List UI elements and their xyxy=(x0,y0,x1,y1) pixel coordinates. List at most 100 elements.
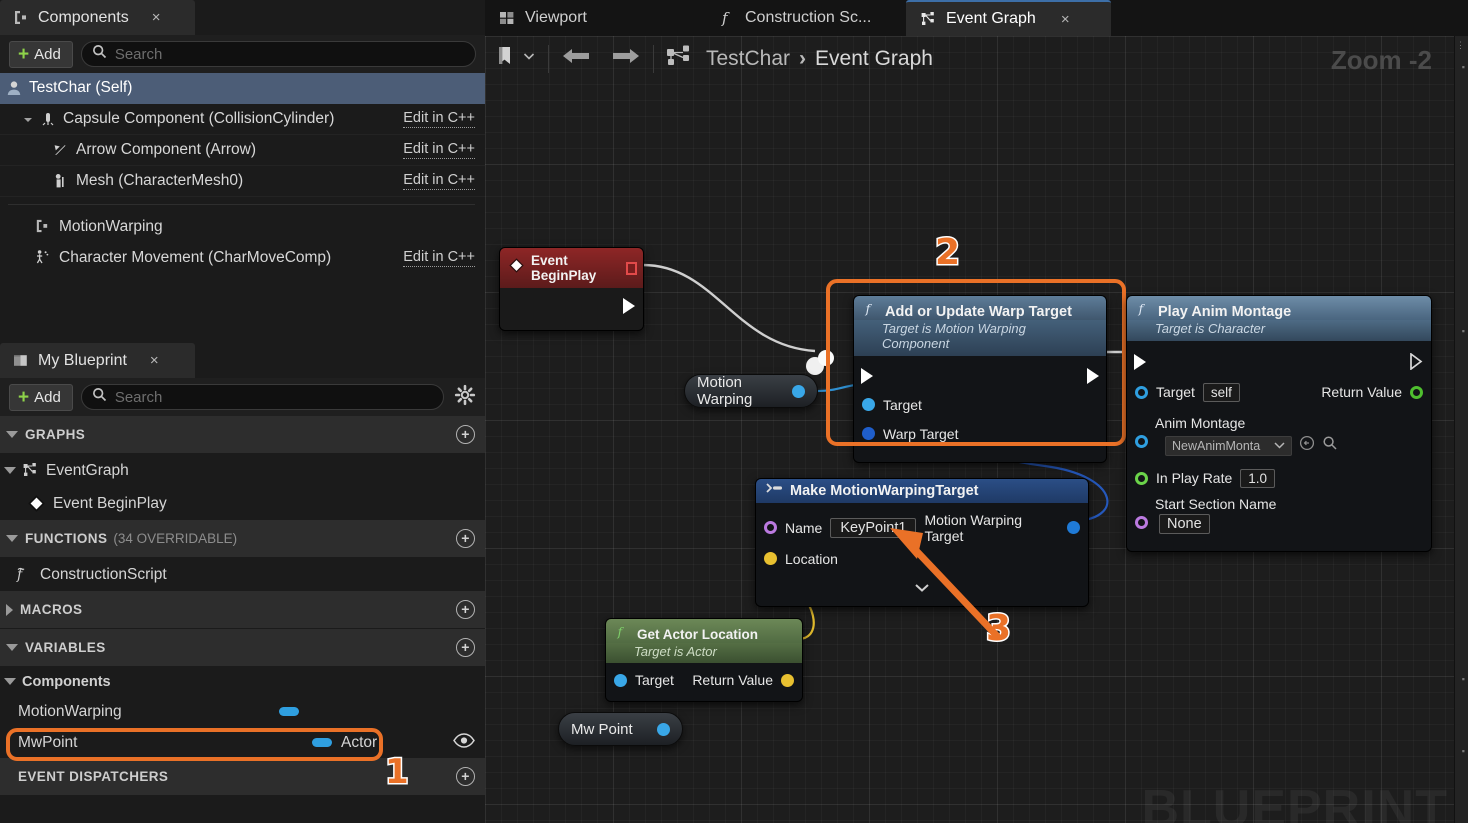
node-play-anim-montage[interactable]: f Play Anim Montage Target is Character xyxy=(1126,295,1432,552)
pin-row-in-play-rate[interactable]: In Play Rate 1.0 xyxy=(1127,462,1431,494)
component-row-charactermovement[interactable]: Character Movement (CharMoveComp) Edit i… xyxy=(0,242,485,273)
edit-in-cpp-link[interactable]: Edit in C++ xyxy=(403,141,475,159)
variable-group-components[interactable]: Components xyxy=(0,667,485,696)
node-get-actor-location[interactable]: f Get Actor Location Target is Actor Tar… xyxy=(605,618,803,702)
tab-viewport[interactable]: Viewport xyxy=(485,0,625,36)
close-icon[interactable]: × xyxy=(152,9,161,26)
exec-in-pin[interactable] xyxy=(1134,354,1146,370)
component-row-mesh[interactable]: Mesh (CharacterMesh0) Edit in C++ xyxy=(0,166,485,197)
eye-icon[interactable] xyxy=(453,732,475,753)
pin-row-target[interactable]: Target self Return Value xyxy=(1127,377,1431,407)
pin-row-start-section-name[interactable]: Start Section Name None xyxy=(1127,494,1431,534)
arrow-left-icon[interactable] xyxy=(561,45,591,72)
my-blueprint-search-input[interactable]: Search xyxy=(80,384,444,410)
pin-row-warp-target[interactable]: Warp Target xyxy=(854,419,1106,448)
chevron-down-icon xyxy=(914,580,930,598)
add-graph-button[interactable]: + xyxy=(456,425,475,444)
pin-row-anim-montage[interactable]: Anim Montage NewAnimMonta xyxy=(1127,407,1431,456)
exec-out-pin[interactable] xyxy=(1410,352,1423,375)
node-motion-warping-variable[interactable]: Motion Warping xyxy=(684,374,818,408)
breadcrumb-root[interactable]: TestChar xyxy=(706,47,790,71)
object-pin[interactable] xyxy=(1135,385,1148,399)
add-variable-button[interactable]: + xyxy=(456,638,475,657)
tab-components[interactable]: Components × xyxy=(0,0,195,35)
expand-node-button[interactable] xyxy=(756,574,1088,602)
list-item-event-beginplay[interactable]: Event BeginPlay xyxy=(0,487,485,520)
target-value-field[interactable]: self xyxy=(1202,382,1240,402)
object-pin[interactable] xyxy=(657,722,670,736)
close-icon[interactable]: × xyxy=(1061,11,1070,28)
in-play-rate-field[interactable]: 1.0 xyxy=(1240,468,1276,488)
exec-out-pin[interactable] xyxy=(623,298,635,314)
section-graphs[interactable]: GRAPHS + xyxy=(0,416,485,454)
exec-in-pin[interactable] xyxy=(861,368,873,384)
search-icon[interactable] xyxy=(1322,435,1338,456)
pin-row-location[interactable]: Location xyxy=(756,543,1088,574)
vector-pin[interactable] xyxy=(764,552,777,565)
tab-event-graph[interactable]: Event Graph × xyxy=(906,0,1111,36)
exec-out-pin[interactable] xyxy=(1087,368,1099,384)
edit-in-cpp-link[interactable]: Edit in C++ xyxy=(403,110,475,128)
bookmark-icon[interactable] xyxy=(495,45,515,72)
section-variables[interactable]: VARIABLES + xyxy=(0,629,485,667)
section-event-dispatchers[interactable]: EVENT DISPATCHERS + xyxy=(0,758,485,796)
section-macros[interactable]: MACROS + xyxy=(0,591,485,629)
section-functions[interactable]: FUNCTIONS (34 OVERRIDABLE) + xyxy=(0,520,485,558)
variable-row-mwpoint[interactable]: MwPoint Actor xyxy=(0,727,485,758)
node-mw-point-variable[interactable]: Mw Point xyxy=(558,712,683,746)
object-pin[interactable] xyxy=(1135,435,1148,448)
gear-icon[interactable] xyxy=(454,384,476,411)
browse-icon[interactable] xyxy=(1299,435,1315,456)
start-section-field[interactable]: None xyxy=(1159,514,1210,534)
vector-out-pin[interactable] xyxy=(781,673,794,687)
bool-return-pin[interactable] xyxy=(1410,385,1423,399)
struct-out-pin[interactable] xyxy=(1067,521,1080,534)
anim-montage-select[interactable]: NewAnimMonta xyxy=(1165,435,1293,456)
tab-my-blueprint[interactable]: My Blueprint × xyxy=(0,343,195,378)
add-dispatcher-button[interactable]: + xyxy=(456,767,475,786)
list-item-constructionscript[interactable]: f ConstructionScript xyxy=(0,558,485,591)
pin-row-name[interactable]: Name KeyPoint1 Motion Warping Target xyxy=(756,512,1088,544)
component-row-arrow[interactable]: Arrow Component (Arrow) Edit in C++ xyxy=(0,135,485,166)
panel-handle-dots[interactable]: ▪ xyxy=(1462,747,1465,756)
panel-handle-dots[interactable]: ▪ xyxy=(1462,63,1465,72)
name-pin[interactable] xyxy=(764,521,777,534)
delegate-pin-icon[interactable] xyxy=(625,261,637,275)
right-panel-strip[interactable]: ⋮ ▪ ▪ ▪ ▪ xyxy=(1454,36,1468,823)
node-add-or-update-warp-target[interactable]: f Add or Update Warp Target Target is Mo… xyxy=(853,295,1107,463)
list-item-eventgraph[interactable]: EventGraph xyxy=(0,454,485,487)
panel-handle-dots[interactable]: ▪ xyxy=(1462,675,1465,684)
graph-canvas[interactable]: TestChar › Event Graph Zoom -2 BLUEPRINT xyxy=(485,36,1454,823)
node-make-motionwarpingtarget[interactable]: Make MotionWarpingTarget Name KeyPoint1 … xyxy=(755,478,1089,607)
variable-row-motionwarping[interactable]: MotionWarping xyxy=(0,696,485,727)
float-pin[interactable] xyxy=(1135,471,1148,485)
close-icon[interactable]: × xyxy=(150,352,159,369)
chevron-down-icon[interactable] xyxy=(522,49,536,68)
edit-in-cpp-link[interactable]: Edit in C++ xyxy=(403,172,475,190)
pin-row-target[interactable]: Target Return Value xyxy=(606,667,802,693)
component-row-capsule[interactable]: Capsule Component (CollisionCylinder) Ed… xyxy=(0,104,485,135)
chevron-down-icon[interactable] xyxy=(4,678,16,685)
components-add-button[interactable]: + Add xyxy=(9,40,73,68)
object-pin[interactable] xyxy=(614,673,627,687)
my-blueprint-add-button[interactable]: + Add xyxy=(9,383,73,411)
panel-handle-dots[interactable]: ▪ xyxy=(1462,327,1465,336)
add-function-button[interactable]: + xyxy=(456,529,475,548)
component-row-motionwarping[interactable]: MotionWarping xyxy=(0,211,485,242)
chevron-down-icon[interactable] xyxy=(22,113,34,125)
name-value-field[interactable]: KeyPoint1 xyxy=(830,517,917,538)
arrow-right-icon[interactable] xyxy=(611,45,641,72)
struct-pin[interactable] xyxy=(862,427,875,440)
chevron-down-icon[interactable] xyxy=(4,467,16,474)
components-search-input[interactable]: Search xyxy=(80,41,476,67)
component-row-testchar[interactable]: TestChar (Self) xyxy=(0,73,485,104)
object-pin[interactable] xyxy=(792,384,805,398)
pin-row-target[interactable]: Target xyxy=(854,390,1106,419)
object-pin[interactable] xyxy=(862,398,875,411)
node-event-beginplay[interactable]: Event BeginPlay xyxy=(499,247,644,331)
panel-handle-dots[interactable]: ⋮ xyxy=(1456,41,1465,50)
edit-in-cpp-link[interactable]: Edit in C++ xyxy=(403,249,475,267)
tab-construction-script[interactable]: f Construction Sc... xyxy=(705,0,910,36)
name-pin[interactable] xyxy=(1135,516,1148,529)
add-macro-button[interactable]: + xyxy=(456,600,475,619)
